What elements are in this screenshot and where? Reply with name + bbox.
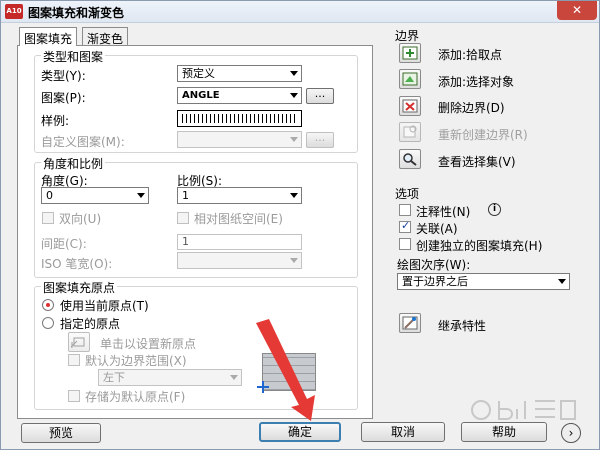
remove-boundaries-button[interactable] bbox=[399, 96, 421, 116]
iso-pen-select[interactable] bbox=[177, 252, 302, 269]
associative-checkbox[interactable] bbox=[399, 219, 411, 233]
spacing-label: 间距(C): bbox=[41, 237, 87, 251]
relative-paper-label: 相对图纸空间(E) bbox=[194, 212, 283, 226]
recreate-boundary-icon bbox=[403, 125, 417, 138]
spacing-input[interactable]: 1 bbox=[177, 234, 302, 250]
chevron-down-icon bbox=[290, 71, 298, 76]
view-selections-label[interactable]: 查看选择集(V) bbox=[438, 153, 516, 170]
pattern-select[interactable]: ANGLE bbox=[177, 87, 302, 104]
chevron-down-icon bbox=[290, 193, 298, 198]
angle-value: 0 bbox=[46, 189, 53, 202]
add-select-objects-label[interactable]: 添加:选择对象 bbox=[438, 73, 514, 90]
inherit-properties-button[interactable] bbox=[399, 313, 421, 333]
scale-select[interactable]: 1 bbox=[177, 187, 302, 204]
double-label: 双向(U) bbox=[59, 212, 102, 226]
chevron-down-icon bbox=[290, 93, 298, 98]
relative-paper-checkbox[interactable] bbox=[177, 212, 189, 224]
annotative-checkbox[interactable] bbox=[399, 204, 411, 216]
draw-order-select[interactable]: 置于边界之后 bbox=[397, 273, 570, 290]
recreate-boundary-label[interactable]: 重新创建边界(R) bbox=[438, 126, 528, 143]
remove-boundaries-label[interactable]: 删除边界(D) bbox=[438, 99, 505, 116]
extent-position-select[interactable]: 左下 bbox=[98, 369, 242, 386]
iso-pen-label: ISO 笔宽(O): bbox=[41, 257, 113, 271]
title-bar: A10 图案填充和渐变色 ✕ bbox=[1, 1, 599, 23]
tab-hatch[interactable]: 图案填充 bbox=[19, 27, 78, 46]
add-select-objects-icon bbox=[402, 72, 418, 86]
associative-label: 关联(A) bbox=[416, 222, 458, 236]
draw-order-value: 置于边界之后 bbox=[402, 275, 468, 288]
ok-button[interactable]: 确定 bbox=[259, 422, 341, 442]
swatch-label: 样例: bbox=[41, 114, 70, 128]
custom-pattern-select[interactable] bbox=[177, 131, 302, 148]
origin-marker-icon bbox=[257, 381, 269, 393]
custom-pattern-browse-button[interactable]: ... bbox=[306, 132, 334, 148]
info-icon[interactable]: i bbox=[488, 203, 501, 216]
type-label: 类型(Y): bbox=[41, 69, 86, 83]
use-current-origin-radio[interactable] bbox=[42, 299, 54, 311]
origin-preview bbox=[262, 353, 316, 391]
double-checkbox[interactable] bbox=[42, 212, 54, 224]
boundary-header: 边界 bbox=[395, 29, 420, 43]
angle-scale-group-label: 角度和比例 bbox=[41, 155, 106, 172]
click-set-origin-label: 单击以设置新原点 bbox=[100, 337, 197, 351]
add-select-objects-button[interactable] bbox=[399, 69, 421, 89]
set-origin-button[interactable] bbox=[68, 332, 90, 352]
tab-gradient[interactable]: 渐变色 bbox=[82, 27, 129, 46]
magnifier-icon bbox=[403, 153, 417, 166]
separate-hatches-checkbox[interactable] bbox=[399, 238, 411, 250]
window-title: 图案填充和渐变色 bbox=[28, 6, 125, 20]
pattern-browse-button[interactable]: ... bbox=[306, 88, 334, 104]
pattern-label: 图案(P): bbox=[41, 91, 86, 105]
angle-select[interactable]: 0 bbox=[41, 187, 149, 204]
chevron-down-icon bbox=[558, 279, 566, 284]
type-select[interactable]: 预定义 bbox=[177, 65, 302, 82]
inherit-properties-label[interactable]: 继承特性 bbox=[438, 317, 486, 334]
view-selections-button[interactable] bbox=[399, 149, 421, 169]
chevron-down-icon bbox=[290, 137, 298, 142]
extent-position-value: 左下 bbox=[103, 371, 125, 384]
hatch-gradient-dialog: A10 图案填充和渐变色 ✕ 图案填充 渐变色 类型和图案 类型(Y): 预定义… bbox=[0, 0, 600, 450]
type-pattern-group-label: 类型和图案 bbox=[41, 48, 106, 65]
type-select-value: 预定义 bbox=[182, 67, 215, 80]
recreate-boundary-button[interactable] bbox=[399, 122, 421, 142]
default-extent-label: 默认为边界范围(X) bbox=[85, 354, 187, 368]
use-current-origin-label: 使用当前原点(T) bbox=[60, 299, 149, 313]
specified-origin-radio[interactable] bbox=[42, 317, 54, 329]
baidu-watermark-logo bbox=[471, 400, 576, 420]
add-pick-points-icon bbox=[402, 46, 418, 60]
chevron-down-icon bbox=[230, 375, 238, 380]
specified-origin-label: 指定的原点 bbox=[60, 317, 121, 331]
pick-origin-icon bbox=[71, 337, 85, 348]
separate-hatches-label: 创建独立的图案填充(H) bbox=[416, 239, 543, 253]
remove-boundaries-icon bbox=[402, 99, 418, 113]
origin-group-label: 图案填充原点 bbox=[41, 279, 118, 296]
preview-button[interactable]: 预览 bbox=[21, 423, 101, 443]
pattern-select-value: ANGLE bbox=[182, 90, 220, 101]
store-default-checkbox[interactable] bbox=[68, 390, 80, 402]
add-pick-points-label[interactable]: 添加:拾取点 bbox=[438, 46, 502, 63]
paintbrush-icon bbox=[402, 316, 418, 330]
scale-value: 1 bbox=[182, 189, 189, 202]
annotative-label: 注释性(N) bbox=[416, 205, 471, 219]
add-pick-points-button[interactable] bbox=[399, 43, 421, 63]
pattern-swatch[interactable] bbox=[177, 110, 302, 127]
autocad-app-icon: A10 bbox=[5, 4, 23, 19]
draw-order-label: 绘图次序(W): bbox=[397, 258, 471, 272]
cancel-button[interactable]: 取消 bbox=[361, 422, 445, 442]
close-button[interactable]: ✕ bbox=[557, 1, 597, 20]
default-extent-checkbox[interactable] bbox=[68, 354, 80, 366]
store-default-label: 存储为默认原点(F) bbox=[85, 390, 186, 404]
options-header: 选项 bbox=[395, 187, 420, 201]
chevron-down-icon bbox=[137, 193, 145, 198]
chevron-down-icon bbox=[290, 258, 298, 263]
custom-pattern-label: 自定义图案(M): bbox=[41, 135, 125, 149]
